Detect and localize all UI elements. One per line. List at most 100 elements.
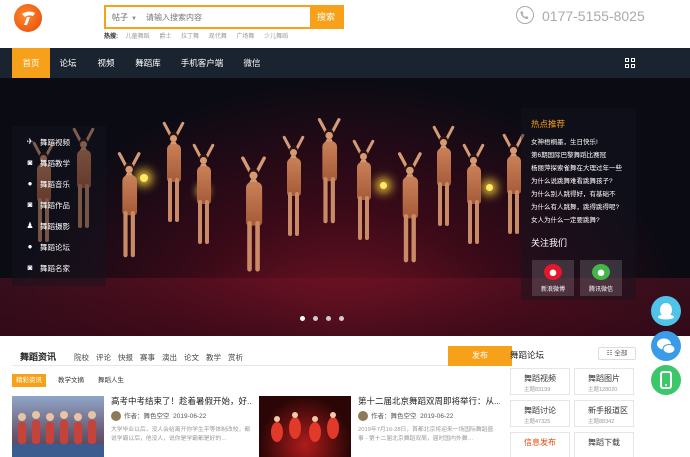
hot-item[interactable]: 女人为什么一定要跳舞? <box>531 214 631 224</box>
forum-board[interactable]: 舞蹈图片 主题128020 <box>574 368 634 395</box>
subtab-highlights[interactable]: 精彩资讯 <box>12 374 46 387</box>
weibo-follow[interactable]: 新浪微博 <box>532 260 574 296</box>
side-item-label: 舞蹈音乐 <box>40 180 70 189</box>
hot-item[interactable]: 女神梧桐墨，生日快乐! <box>531 136 631 146</box>
hot-word[interactable]: 广场舞 <box>236 34 254 40</box>
forum-board-name: 舞蹈视频 <box>524 374 556 383</box>
side-item-label: 舞蹈视频 <box>40 138 70 147</box>
forum-all-label: 全部 <box>614 350 628 357</box>
forum-all-button[interactable]: ☷ 全部 <box>598 347 636 360</box>
hero-banner[interactable]: ✈ 舞蹈视频 ◙ 舞蹈教学 ● 舞蹈音乐 ◙ 舞蹈作品 ♟ 舞蹈摄影 ● 舞蹈论坛 ◙ 舞蹈名… <box>0 78 690 336</box>
plane-icon: ✈ <box>26 137 34 146</box>
camera-icon: ◙ <box>27 263 33 272</box>
stage-light <box>380 182 387 189</box>
avatar <box>358 411 368 422</box>
publish-button[interactable]: 发布 <box>448 346 512 366</box>
camera-icon: ◙ <box>27 158 33 167</box>
forum-board-count: 主题88342 <box>588 419 615 425</box>
search-category-select[interactable]: 帖子 ▼ <box>112 12 137 23</box>
nav-item-library[interactable]: 舞蹈库 <box>128 48 168 78</box>
stage-light <box>486 184 493 191</box>
article-meta: 作者：舞色空空 2019-06-22 <box>111 410 207 422</box>
hot-word[interactable]: 儿童舞蹈 <box>126 34 150 40</box>
side-item-label: 舞蹈名家 <box>40 264 70 273</box>
forum-board[interactable]: 舞蹈视频 主题83199 <box>510 368 570 395</box>
side-item-label: 舞蹈教学 <box>40 159 70 168</box>
logo-mark-icon <box>22 11 35 25</box>
news-tab[interactable]: 演出 <box>162 352 177 363</box>
avatar <box>111 411 121 422</box>
search-input[interactable] <box>146 10 306 24</box>
forum-board[interactable]: 信息发布 <box>510 432 570 457</box>
qq-icon <box>658 303 674 320</box>
hot-word[interactable]: 现代舞 <box>209 34 227 40</box>
news-tab[interactable]: 评论 <box>96 352 111 363</box>
weibo-label: 新浪微博 <box>540 287 565 293</box>
side-item-label: 舞蹈摄影 <box>40 222 70 231</box>
news-section-title: 舞蹈资讯 <box>20 352 57 362</box>
article-date: 2019-06-22 <box>420 413 454 420</box>
hot-word[interactable]: 少儿舞蹈 <box>264 34 288 40</box>
forum-board[interactable]: 新手报道区 主题88342 <box>574 400 634 427</box>
news-tab[interactable]: 教学 <box>206 352 221 363</box>
wechat-float-button[interactable] <box>651 331 681 361</box>
hot-word[interactable]: 拉丁舞 <box>181 34 199 40</box>
article-summary: 2019年7月16-28日，首都北京将迎来一场国际舞蹈盛事 - 第十二届北京舞蹈… <box>358 427 494 442</box>
subtab-teaching-digest[interactable]: 教学文摘 <box>54 374 88 387</box>
caret-down-icon: ▼ <box>131 16 137 22</box>
hot-item[interactable]: 为什么说跳舞难看跳舞孩子? <box>531 175 631 185</box>
subtab-dance-life[interactable]: 舞蹈人生 <box>94 374 128 387</box>
carousel-dot[interactable] <box>300 316 305 321</box>
stage-light <box>140 174 148 182</box>
qq-float-button[interactable] <box>651 296 681 326</box>
search-button[interactable]: 搜索 <box>310 7 342 27</box>
news-tab[interactable]: 快报 <box>118 352 133 363</box>
article-title[interactable]: 高考中考结束了！趁着暑假开始，好... <box>111 395 251 407</box>
article-meta: 作者：舞色空空 2019-06-22 <box>358 410 454 422</box>
nav-item-wechat[interactable]: 微信 <box>236 48 268 78</box>
news-tab[interactable]: 院校 <box>74 352 89 363</box>
hot-item[interactable]: 为什么有人跳舞，跳得跳得呢? <box>531 201 631 211</box>
carousel-dot[interactable] <box>339 316 344 321</box>
forum-board-name: 舞蹈讨论 <box>524 406 556 415</box>
wechat-follow[interactable]: 腾讯微信 <box>580 260 622 296</box>
hot-recommend-title: 热点推荐 <box>531 119 566 129</box>
wechat-icon <box>592 264 610 280</box>
article-thumbnail[interactable] <box>259 396 351 457</box>
weibo-icon <box>544 264 562 280</box>
forum-board[interactable]: 舞蹈下载 <box>574 432 634 457</box>
hot-item[interactable]: 第6期国际巴黎舞蹈比赛冠 <box>531 149 631 159</box>
article-title[interactable]: 第十二届北京舞蹈双周即将举行：从... <box>358 395 500 407</box>
forum-section-title: 舞蹈论坛 <box>510 350 545 360</box>
carousel-dot[interactable] <box>326 316 331 321</box>
wechat-label: 腾讯微信 <box>588 287 613 293</box>
side-item-label: 舞蹈论坛 <box>40 243 70 252</box>
article-date: 2019-06-22 <box>173 413 207 420</box>
follow-us-title: 关注我们 <box>531 238 568 248</box>
forum-board-count: 主题83199 <box>524 387 551 393</box>
forum-board-count: 主题47325 <box>524 419 551 425</box>
forum-board-name: 舞蹈下载 <box>588 438 620 447</box>
nav-item-mobile-client[interactable]: 手机客户端 <box>174 48 230 78</box>
carousel-dot[interactable] <box>313 316 318 321</box>
news-tab[interactable]: 赛事 <box>140 352 155 363</box>
nav-item-video[interactable]: 视频 <box>90 48 122 78</box>
site-logo[interactable] <box>14 4 42 32</box>
mobile-float-button[interactable] <box>651 365 681 395</box>
globe-icon: ● <box>27 179 33 188</box>
forum-board[interactable]: 舞蹈讨论 主题47325 <box>510 400 570 427</box>
hot-search-words: 热搜: 儿童舞蹈 爵士 拉丁舞 现代舞 广场舞 少儿舞蹈 <box>104 31 296 40</box>
stage-photo-icon <box>271 412 339 442</box>
news-tab[interactable]: 论文 <box>184 352 199 363</box>
news-section-header: 舞蹈资讯 院校 评论 快报 赛事 演出 论文 教学 赏析 发布 <box>12 346 512 366</box>
hot-word[interactable]: 爵士 <box>159 34 171 40</box>
nav-item-forum[interactable]: 论坛 <box>52 48 84 78</box>
grid-menu-icon[interactable] <box>625 58 636 69</box>
mobile-icon <box>660 371 672 389</box>
hot-item[interactable]: 为什么别人跳得好，有基础不 <box>531 188 631 198</box>
site-header: 帖子▼ 搜索 热搜: 儿童舞蹈 爵士 拉丁舞 现代舞 广场舞 少儿舞蹈 0177… <box>0 0 690 48</box>
news-tab[interactable]: 赏析 <box>228 352 243 363</box>
hot-item[interactable]: 杨丽萍探索雀舞在大理过年一些 <box>531 162 631 172</box>
nav-item-home[interactable]: 首页 <box>12 48 50 78</box>
article-thumbnail[interactable] <box>12 396 104 457</box>
